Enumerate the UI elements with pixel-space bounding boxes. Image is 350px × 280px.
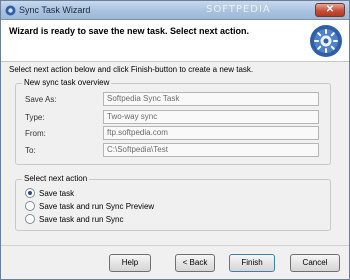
overview-legend: New sync task overview xyxy=(22,78,112,87)
cancel-button[interactable]: Cancel xyxy=(290,254,340,272)
radio-label: Save task and run Sync xyxy=(39,214,124,224)
header-title: Wizard is ready to save the new task. Se… xyxy=(9,26,250,36)
from-field: ftp.softpedia.com xyxy=(103,126,319,140)
radio-button[interactable] xyxy=(25,201,35,211)
radio-label: Save task xyxy=(39,188,75,198)
wizard-header: Wizard is ready to save the new task. Se… xyxy=(1,20,349,62)
radio-button-checked[interactable] xyxy=(25,188,35,198)
close-button[interactable]: ✕ xyxy=(315,3,345,17)
wizard-window: Sync Task Wizard SOFTPEDIA ✕ Wizard is r… xyxy=(0,0,350,280)
watermark: SOFTPEDIA xyxy=(206,4,271,15)
type-field: Two-way sync xyxy=(103,110,319,124)
type-label: Type: xyxy=(25,113,45,122)
sync-gear-logo-icon xyxy=(310,25,342,57)
help-button[interactable]: Help xyxy=(109,254,151,272)
next-action-legend: Select next action xyxy=(22,174,90,183)
finish-button[interactable]: Finish xyxy=(229,254,275,272)
radio-save-run-preview[interactable]: Save task and run Sync Preview xyxy=(25,201,154,211)
save-as-label: Save As: xyxy=(25,95,57,104)
to-field: C:\Softpedia\Test xyxy=(103,143,319,157)
sync-app-icon xyxy=(5,5,16,16)
footer-divider xyxy=(1,245,349,246)
title-bar: Sync Task Wizard SOFTPEDIA ✕ xyxy=(1,1,349,20)
radio-save-run-sync[interactable]: Save task and run Sync xyxy=(25,214,124,224)
back-button[interactable]: < Back xyxy=(175,254,215,272)
from-label: From: xyxy=(25,129,46,138)
window-title: Sync Task Wizard xyxy=(19,5,91,15)
instruction-text: Select next action below and click Finis… xyxy=(9,65,254,74)
save-as-field: Softpedia Sync Task xyxy=(103,92,319,106)
radio-save-task[interactable]: Save task xyxy=(25,188,74,198)
radio-button[interactable] xyxy=(25,214,35,224)
to-label: To: xyxy=(25,146,36,155)
radio-label: Save task and run Sync Preview xyxy=(39,201,155,211)
